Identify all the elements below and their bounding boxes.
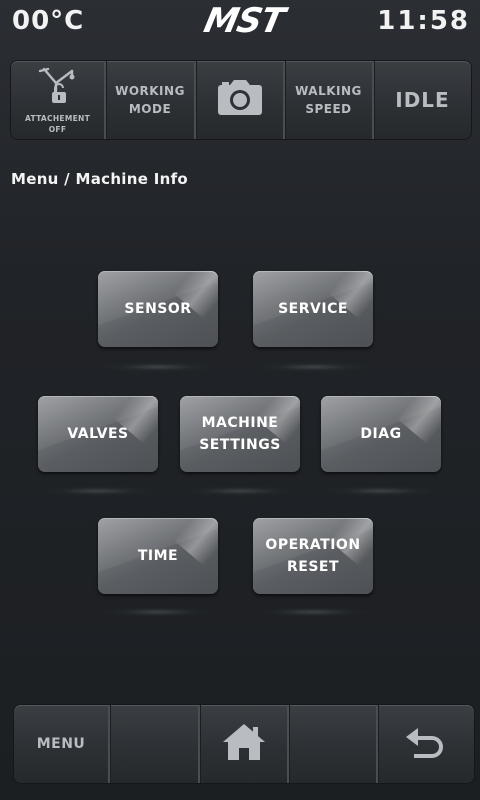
sensor-button-label: SENSOR (124, 301, 192, 317)
engine-state-button[interactable]: IDLE (374, 61, 471, 139)
home-icon (221, 722, 267, 766)
back-button[interactable] (378, 705, 474, 783)
valves-button-reflection (43, 486, 153, 496)
operation-reset-button-reflection (258, 607, 368, 617)
valves-button-label: VALVES (67, 426, 129, 442)
service-button[interactable]: SERVICE (253, 271, 373, 347)
walking-speed-button[interactable]: WALKING SPEED (285, 61, 374, 139)
home-button[interactable] (200, 705, 289, 783)
menu-button[interactable]: MENU (14, 705, 110, 783)
brand-logo-text: MST (200, 2, 290, 38)
sensor-button[interactable]: SENSOR (98, 271, 218, 347)
diag-button[interactable]: DIAG (321, 396, 441, 472)
time-button[interactable]: TIME (98, 518, 218, 594)
time-button-reflection (103, 607, 213, 617)
engine-state-label: IDLE (395, 88, 450, 112)
top-toolbar: ATTACHEMENT OFF WORKING MODE WALKING SPE… (11, 61, 471, 139)
service-button-label: SERVICE (278, 301, 348, 317)
diag-button-label: DIAG (360, 426, 402, 442)
operation-reset-button-label: OPERATION RESET (265, 537, 361, 575)
service-button-reflection (258, 362, 368, 372)
time-button-label: TIME (137, 548, 179, 564)
walking-speed-label: WALKING SPEED (295, 84, 362, 116)
back-arrow-icon (404, 724, 448, 764)
valves-button[interactable]: VALVES (38, 396, 158, 472)
machine-settings-button-label: MACHINE SETTINGS (199, 415, 281, 453)
bottom-toolbar: MENU (14, 705, 474, 783)
sensor-button-reflection (103, 362, 213, 372)
operation-reset-button[interactable]: OPERATION RESET (253, 518, 373, 594)
machine-settings-button-reflection (185, 486, 295, 496)
machine-settings-button[interactable]: MACHINE SETTINGS (180, 396, 300, 472)
working-mode-label: WORKING MODE (115, 84, 185, 116)
breadcrumb: Menu / Machine Info (11, 170, 189, 188)
bottom-slot-empty-1[interactable] (110, 705, 200, 783)
temperature-readout: 00°C (12, 6, 85, 36)
working-mode-button[interactable]: WORKING MODE (106, 61, 196, 139)
camera-icon (216, 79, 264, 121)
menu-button-label: MENU (36, 736, 86, 752)
attachment-button[interactable]: ATTACHEMENT OFF (11, 61, 106, 139)
clock: 11:58 (377, 6, 470, 36)
camera-button[interactable] (196, 61, 285, 139)
bottom-slot-empty-2[interactable] (289, 705, 378, 783)
status-bar: 00°C MST 11:58 (0, 0, 480, 44)
diag-button-reflection (326, 486, 436, 496)
attachment-label: ATTACHEMENT OFF (24, 114, 91, 134)
attachment-unlock-icon (32, 65, 84, 113)
brand-logo: MST (178, 1, 306, 41)
